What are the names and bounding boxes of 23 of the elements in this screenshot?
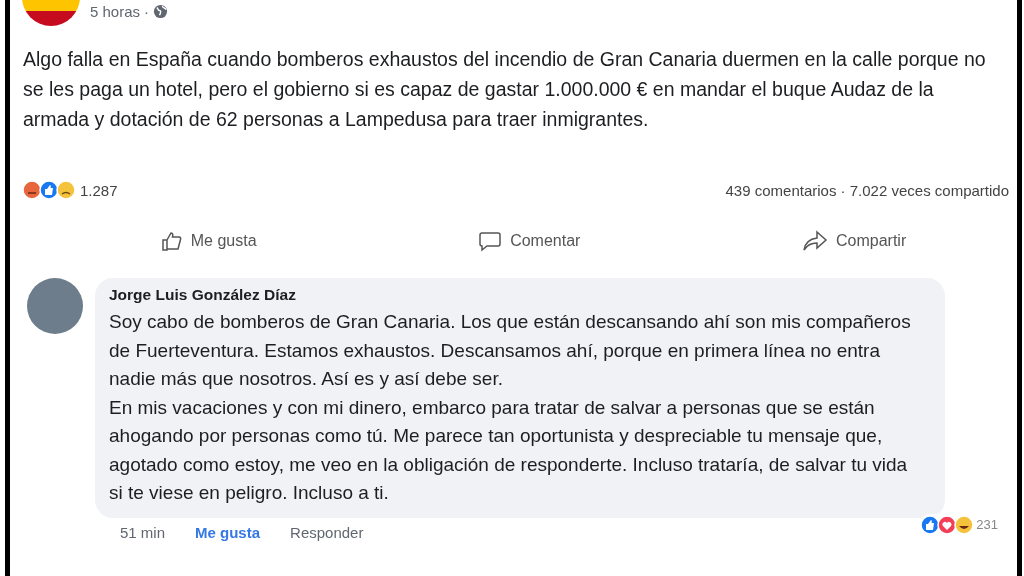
- comment-time[interactable]: 51 min: [120, 523, 166, 541]
- comment-author[interactable]: Jorge Luis González Díaz: [109, 286, 925, 304]
- post-time[interactable]: 5 horas: [90, 3, 141, 20]
- like-button[interactable]: Me gusta: [152, 226, 265, 256]
- comment-text: En mis vacaciones y con mi dinero, embarco para tratar de salvar a personas que se están ahogando por personas como tú. Me parece tan oportunista y despreciable tu mensaje que, agotado como estoy, me veo en la obligación de responderte. Incluso trataría, de salvar tu vida si te viese en peligro. Incluso a ti.: [109, 395, 909, 505]
- reaction-count[interactable]: 1.287: [80, 181, 118, 199]
- separator-dot: ·: [144, 3, 150, 20]
- reply-link[interactable]: Responder: [290, 523, 364, 541]
- comment-text: Soy cabo de bomberos de Gran Canaria. Los que están descansando ahí son mis compañeros de Fuerteventura. Estamos exhaustos. Descansamos ahí, porque en primera línea no entra nadie más que nosotros. Así es y así debe ser.: [109, 310, 912, 391]
- globe-icon: [153, 4, 169, 19]
- post-stats[interactable]: 439 comentarios · 7.022 veces compartido: [725, 181, 1009, 199]
- share-button[interactable]: Compartir: [793, 226, 915, 256]
- post-text: Algo falla en España cuando bomberos exhaustos del incendio de Gran Canaria duermen en la calle porque no se les paga un hotel, pero el gobierno si es capaz de gastar 1.000.000 € en mandar el buque Audaz de la armada y dotación de 62 personas a Lampedusa para traer inmigrantes.: [22, 47, 987, 132]
- avatar-photo-placeholder[interactable]: [27, 278, 83, 334]
- like-reaction-icon: [39, 180, 59, 200]
- thumbs-up-icon: [160, 230, 183, 252]
- speech-bubble-icon: [478, 230, 503, 252]
- angry-reaction-icon: [22, 180, 42, 200]
- comment-reaction-count[interactable]: 231: [976, 517, 998, 532]
- share-arrow-icon: [801, 230, 828, 252]
- comment-button[interactable]: Comentar: [470, 226, 589, 256]
- sad-reaction-icon: [56, 180, 76, 200]
- like-link[interactable]: Me gusta: [195, 523, 261, 541]
